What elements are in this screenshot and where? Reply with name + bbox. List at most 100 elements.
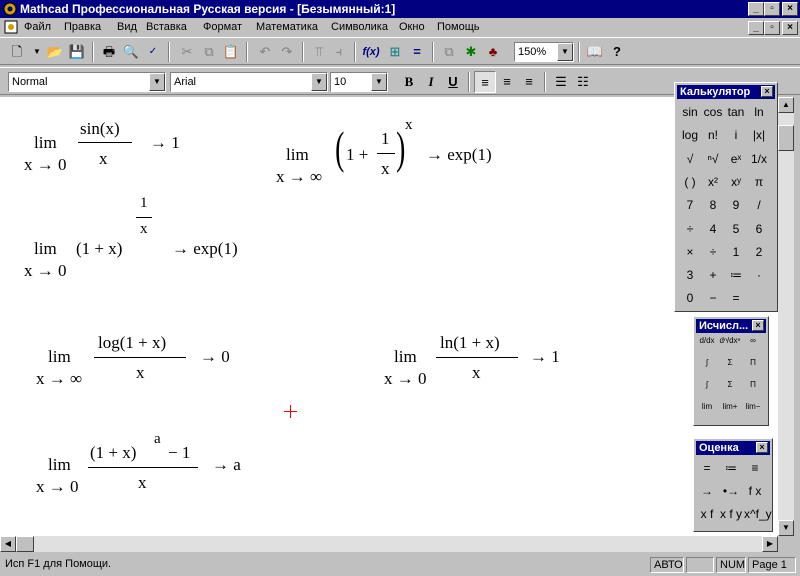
palette-key[interactable]: Σ [719, 357, 741, 379]
menu-symbolic[interactable]: Символика [331, 21, 388, 33]
close-icon[interactable]: × [761, 86, 773, 97]
bullet-list-icon[interactable]: ☰ [550, 71, 572, 93]
palette-key[interactable]: ln [748, 101, 770, 123]
insert-unit-icon[interactable]: ⊞ [384, 41, 406, 63]
doc-minimize-button[interactable]: _ [748, 21, 764, 35]
palette-key[interactable]: 4 [702, 218, 724, 240]
open-folder-icon[interactable]: 📂 [44, 41, 66, 63]
palette-key[interactable]: − [702, 287, 724, 309]
style-select[interactable]: Normal ▼ [8, 72, 166, 92]
zoom-select[interactable]: 150% ▼ [514, 42, 574, 62]
palette-key[interactable]: √ [679, 148, 701, 170]
palette-key[interactable]: x² [702, 171, 724, 193]
resource-center-icon[interactable]: 📖 [584, 41, 606, 63]
menu-math[interactable]: Математика [256, 21, 318, 33]
menu-edit[interactable]: Правка [64, 21, 101, 33]
redo-icon[interactable]: ↷ [276, 41, 298, 63]
menu-view[interactable]: Вид [117, 21, 137, 33]
print-icon[interactable]: 🖶 [98, 41, 120, 63]
palette-key[interactable]: π [748, 171, 770, 193]
palette-key[interactable]: x f [696, 503, 718, 525]
font-size-select[interactable]: 10 ▼ [330, 72, 388, 92]
print-preview-icon[interactable]: 🔍 [120, 41, 142, 63]
palette-key[interactable]: = [696, 457, 718, 479]
scroll-down-icon[interactable]: ▼ [778, 520, 794, 536]
spell-check-icon[interactable]: ✓ [142, 41, 164, 63]
calculator-palette-title[interactable]: Калькулятор × [677, 85, 775, 99]
mathcad-app-icon[interactable] [2, 1, 18, 17]
palette-key[interactable]: ≔ [720, 457, 742, 479]
palette-key[interactable]: eˣ [725, 148, 747, 170]
palette-key[interactable]: = [725, 287, 747, 309]
palette-key[interactable]: x^f_y [744, 503, 772, 525]
vertical-scrollbar[interactable]: ▲ ▼ [778, 97, 794, 536]
palette-key[interactable]: + [702, 264, 724, 286]
palette-key[interactable]: tan [725, 101, 747, 123]
new-document-icon[interactable]: 🗋 [6, 41, 28, 63]
underline-button[interactable]: U [442, 71, 464, 93]
resource-icon[interactable]: ♣ [482, 41, 504, 63]
scroll-left-icon[interactable]: ◀ [0, 536, 16, 552]
palette-key[interactable]: ∫ [696, 379, 718, 401]
evaluation-palette-title[interactable]: Оценка × [696, 441, 770, 455]
calculus-palette-title[interactable]: Исчисл... × [696, 319, 766, 333]
align-left-text-icon[interactable]: ≡ [474, 71, 496, 93]
run-script-icon[interactable]: ✱ [460, 41, 482, 63]
document-icon[interactable] [4, 20, 18, 34]
close-icon[interactable]: × [752, 320, 764, 331]
palette-key[interactable]: Σ [719, 379, 741, 401]
chevron-down-icon[interactable]: ▼ [311, 73, 327, 91]
palette-key[interactable]: 9 [725, 194, 747, 216]
numbered-list-icon[interactable]: ☷ [572, 71, 594, 93]
palette-key[interactable]: 8 [702, 194, 724, 216]
close-button[interactable]: × [782, 2, 798, 16]
menu-insert[interactable]: Вставка [146, 21, 187, 33]
palette-key[interactable]: log [679, 124, 701, 146]
palette-key[interactable]: ÷ [702, 241, 724, 263]
chevron-down-icon[interactable]: ▼ [149, 73, 165, 91]
undo-icon[interactable]: ↶ [254, 41, 276, 63]
palette-key[interactable]: 1 [725, 241, 747, 263]
menu-window[interactable]: Окно [399, 21, 425, 33]
palette-key[interactable]: 2 [748, 241, 770, 263]
palette-key[interactable]: · [748, 264, 770, 286]
align-left-icon[interactable]: ⫞ [328, 41, 350, 63]
palette-key[interactable]: d/dx [696, 335, 718, 357]
doc-close-button[interactable]: × [782, 21, 798, 35]
palette-key[interactable]: xʸ [725, 171, 747, 193]
palette-key[interactable]: ≔ [725, 264, 747, 286]
chevron-down-icon[interactable]: ▼ [557, 43, 573, 61]
palette-key[interactable]: dⁿ/dxⁿ [719, 335, 741, 357]
scroll-up-icon[interactable]: ▲ [778, 97, 794, 113]
minimize-button[interactable]: _ [748, 2, 764, 16]
insert-component-icon[interactable]: ⧉ [438, 41, 460, 63]
menu-help[interactable]: Помощь [437, 21, 480, 33]
menu-file[interactable]: Файл [24, 21, 51, 33]
font-select[interactable]: Arial ▼ [170, 72, 328, 92]
palette-key[interactable]: •→ [720, 480, 742, 502]
palette-key[interactable]: |x| [748, 124, 770, 146]
palette-key[interactable]: lim− [742, 401, 764, 423]
chevron-down-icon[interactable]: ▼ [371, 73, 387, 91]
palette-key[interactable]: 3 [679, 264, 701, 286]
palette-key[interactable]: n! [702, 124, 724, 146]
paste-icon[interactable]: 📋 [220, 41, 242, 63]
palette-key[interactable]: Π [742, 357, 764, 379]
palette-key[interactable]: lim+ [719, 401, 741, 423]
palette-key[interactable]: i [725, 124, 747, 146]
save-icon[interactable]: 💾 [66, 41, 88, 63]
palette-key[interactable]: Π [742, 379, 764, 401]
horizontal-scrollbar[interactable]: ◀ ▶ [0, 536, 778, 552]
italic-button[interactable]: I [420, 71, 442, 93]
palette-key[interactable]: ∞ [742, 335, 764, 357]
vertical-scroll-thumb[interactable] [778, 125, 794, 151]
menu-format[interactable]: Формат [203, 21, 242, 33]
palette-key[interactable]: ÷ [679, 218, 701, 240]
palette-key[interactable]: 5 [725, 218, 747, 240]
scroll-right-icon[interactable]: ▶ [762, 536, 778, 552]
doc-restore-button[interactable]: ▫ [764, 21, 780, 35]
copy-icon[interactable]: ⧉ [198, 41, 220, 63]
palette-key[interactable]: ( ) [679, 171, 701, 193]
cut-icon[interactable]: ✂ [176, 41, 198, 63]
palette-key[interactable]: 7 [679, 194, 701, 216]
